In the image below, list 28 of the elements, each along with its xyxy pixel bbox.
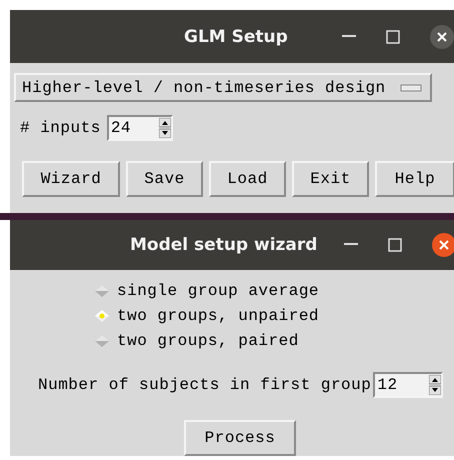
dialog-button[interactable]: Help — [375, 161, 454, 197]
inputs-spinbox[interactable]: 24 — [106, 115, 173, 141]
minimize-icon[interactable] — [342, 34, 356, 38]
dialog-button[interactable]: Wizard — [22, 161, 120, 197]
dialog-button[interactable]: Exit — [292, 161, 369, 197]
radio-label: two groups, unpaired — [117, 307, 320, 325]
maximize-icon[interactable] — [388, 238, 402, 252]
close-icon[interactable] — [432, 233, 454, 257]
minimize-icon[interactable] — [344, 243, 358, 247]
radio-button[interactable] — [95, 285, 109, 297]
close-icon[interactable] — [430, 24, 454, 48]
radio-button[interactable] — [95, 310, 109, 322]
radio-button[interactable] — [95, 335, 109, 347]
dialog-button[interactable]: Load — [209, 161, 286, 197]
spinner-arrows-icon[interactable] — [429, 375, 442, 395]
radio-label: two groups, paired — [117, 332, 299, 350]
subjects-spinbox[interactable]: 12 — [373, 372, 444, 398]
radio-label: single group average — [117, 282, 320, 300]
inputs-label: # inputs — [20, 119, 101, 137]
maximize-icon[interactable] — [386, 30, 400, 44]
spinner-arrows-icon[interactable] — [158, 118, 171, 138]
process-button[interactable]: Process — [184, 420, 296, 456]
dialog-button[interactable]: Save — [126, 161, 203, 197]
dropdown-indicator-icon — [400, 84, 422, 92]
design-dropdown[interactable]: Higher-level / non-timeseries design — [14, 73, 432, 102]
subjects-label: Number of subjects in first group — [38, 376, 372, 394]
window-title: GLM Setup — [184, 26, 288, 46]
window-title: Model setup wizard — [130, 235, 318, 255]
